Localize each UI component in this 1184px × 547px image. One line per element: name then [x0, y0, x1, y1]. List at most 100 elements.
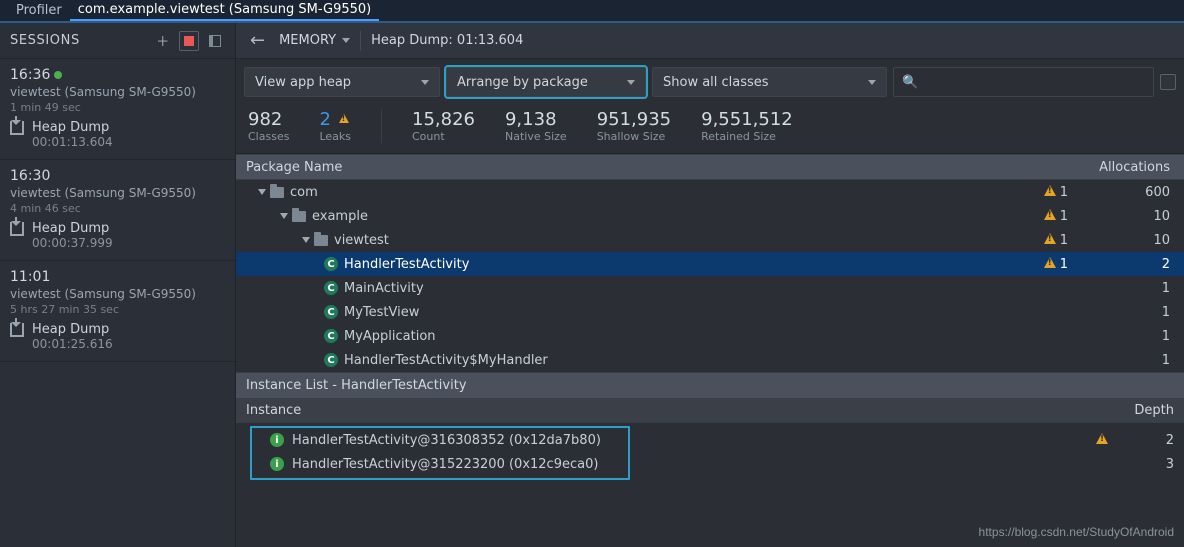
class-icon: C — [324, 329, 338, 343]
chevron-down-icon — [342, 38, 350, 43]
session-process: viewtest (Samsung SM-G9550) — [10, 85, 225, 99]
heap-dump-item[interactable]: Heap Dump — [10, 221, 225, 236]
class-row[interactable]: CMyTestView1 — [236, 300, 1184, 324]
session-item[interactable]: 16:36 viewtest (Samsung SM-G9550) 1 min … — [0, 59, 235, 160]
folder-icon — [292, 211, 306, 222]
session-duration: 4 min 46 sec — [10, 202, 225, 215]
class-row[interactable]: C MyApplication 1 — [236, 324, 1184, 348]
row-label: example — [312, 209, 368, 224]
warn-count: 1 — [1056, 185, 1068, 200]
warning-icon — [1044, 209, 1056, 220]
row-label: com — [290, 185, 318, 200]
active-dot-icon — [54, 71, 62, 79]
arrange-selector[interactable]: Arrange by package — [446, 67, 646, 97]
alloc-value: 1 — [1074, 281, 1184, 296]
chevron-down-icon — [421, 80, 429, 85]
class-icon: C — [324, 281, 338, 295]
stat-retained-lab: Retained Size — [701, 130, 793, 143]
memory-dropdown[interactable]: MEMORY — [279, 33, 350, 48]
layout-toggle-button[interactable] — [205, 31, 225, 51]
warning-icon — [1044, 185, 1056, 196]
stat-leaks-lab: Leaks — [319, 130, 351, 143]
heap-dump-title: Heap Dump: 01:13.604 — [371, 33, 523, 48]
save-icon — [10, 121, 24, 135]
class-filter-selector[interactable]: Show all classes — [652, 67, 887, 97]
warn-count: 1 — [1056, 209, 1068, 224]
stat-shallow-num: 951,935 — [597, 109, 671, 130]
heap-dump-ts: 00:00:37.999 — [32, 236, 225, 250]
sessions-title: SESSIONS — [10, 33, 147, 48]
heap-dump-item[interactable]: Heap Dump — [10, 120, 225, 135]
session-process: viewtest (Samsung SM-G9550) — [10, 186, 225, 200]
tab-profiler[interactable]: Profiler — [8, 0, 70, 21]
row-label: MyApplication — [344, 329, 436, 344]
class-icon: C — [324, 353, 338, 367]
stat-leaks[interactable]: 2 Leaks — [319, 109, 351, 143]
package-row[interactable]: com 1600 — [236, 180, 1184, 204]
col-allocations[interactable]: Allocations — [1074, 160, 1184, 175]
warning-icon — [1044, 233, 1056, 244]
regex-checkbox[interactable] — [1160, 74, 1176, 90]
expand-icon[interactable] — [302, 237, 310, 243]
heap-dump-ts: 00:01:13.604 — [32, 135, 225, 149]
back-button[interactable]: ← — [246, 30, 269, 51]
stat-retained-num: 9,551,512 — [701, 109, 793, 130]
warning-icon — [339, 114, 349, 123]
alloc-value: 10 — [1074, 233, 1184, 248]
highlight-box — [250, 426, 630, 480]
instance-table-header: Instance Depth — [236, 398, 1184, 424]
heap-dump-label: Heap Dump — [32, 120, 109, 135]
class-row[interactable]: CMainActivity1 — [236, 276, 1184, 300]
session-time: 16:36 — [10, 67, 50, 83]
alloc-value: 2 — [1074, 257, 1184, 272]
class-icon: C — [324, 305, 338, 319]
save-icon — [10, 222, 24, 236]
stat-leaks-num: 2 — [319, 109, 330, 130]
heap-selector[interactable]: View app heap — [244, 67, 440, 97]
col-depth[interactable]: Depth — [1114, 403, 1184, 418]
session-item[interactable]: 16:30 viewtest (Samsung SM-G9550) 4 min … — [0, 160, 235, 261]
save-icon — [10, 323, 24, 337]
class-icon: C — [324, 257, 338, 271]
two-panel-icon — [209, 35, 221, 47]
col-package-name[interactable]: Package Name — [236, 160, 1026, 175]
expand-icon[interactable] — [280, 213, 288, 219]
folder-icon — [270, 187, 284, 198]
package-row[interactable]: example 110 — [236, 204, 1184, 228]
stat-classes-lab: Classes — [248, 130, 289, 143]
depth-value: 2 — [1114, 433, 1184, 448]
stop-icon — [184, 36, 194, 46]
chevron-down-icon — [627, 80, 635, 85]
watermark: https://blog.csdn.net/StudyOfAndroid — [979, 525, 1174, 539]
expand-icon[interactable] — [258, 189, 266, 195]
heap-stats: 982Classes 2 Leaks 15,826Count 9,138Nati… — [236, 105, 1184, 154]
class-row[interactable]: CHandlerTestActivity 12 — [236, 252, 1184, 276]
row-label: HandlerTestActivity$MyHandler — [344, 353, 548, 368]
stat-native-lab: Native Size — [505, 130, 567, 143]
session-duration: 5 hrs 27 min 35 sec — [10, 303, 225, 316]
package-row[interactable]: viewtest 110 — [236, 228, 1184, 252]
stat-native-num: 9,138 — [505, 109, 567, 130]
alloc-value: 1 — [1074, 329, 1184, 344]
warning-icon — [1044, 257, 1056, 268]
instance-list-title: Instance List - HandlerTestActivity — [236, 372, 1184, 398]
col-instance[interactable]: Instance — [236, 403, 1066, 418]
heap-dump-item[interactable]: Heap Dump — [10, 322, 225, 337]
class-filter-label: Show all classes — [663, 75, 860, 90]
memory-label: MEMORY — [279, 33, 336, 48]
search-input[interactable]: 🔍 — [893, 67, 1154, 97]
session-time: 16:30 — [10, 168, 225, 184]
stat-classes-num: 982 — [248, 109, 289, 130]
class-row[interactable]: CHandlerTestActivity$MyHandler1 — [236, 348, 1184, 372]
alloc-value: 1 — [1074, 305, 1184, 320]
stat-count-lab: Count — [412, 130, 475, 143]
stop-session-button[interactable] — [179, 31, 199, 51]
stat-count-num: 15,826 — [412, 109, 475, 130]
warn-count: 1 — [1056, 257, 1068, 272]
top-tab-bar: Profiler com.example.viewtest (Samsung S… — [0, 0, 1184, 23]
add-session-button[interactable]: ＋ — [153, 31, 173, 51]
heap-dump-ts: 00:01:25.616 — [32, 337, 225, 351]
warn-count: 1 — [1056, 233, 1068, 248]
session-item[interactable]: 11:01 viewtest (Samsung SM-G9550) 5 hrs … — [0, 261, 235, 362]
tab-target[interactable]: com.example.viewtest (Samsung SM-G9550) — [70, 0, 379, 21]
